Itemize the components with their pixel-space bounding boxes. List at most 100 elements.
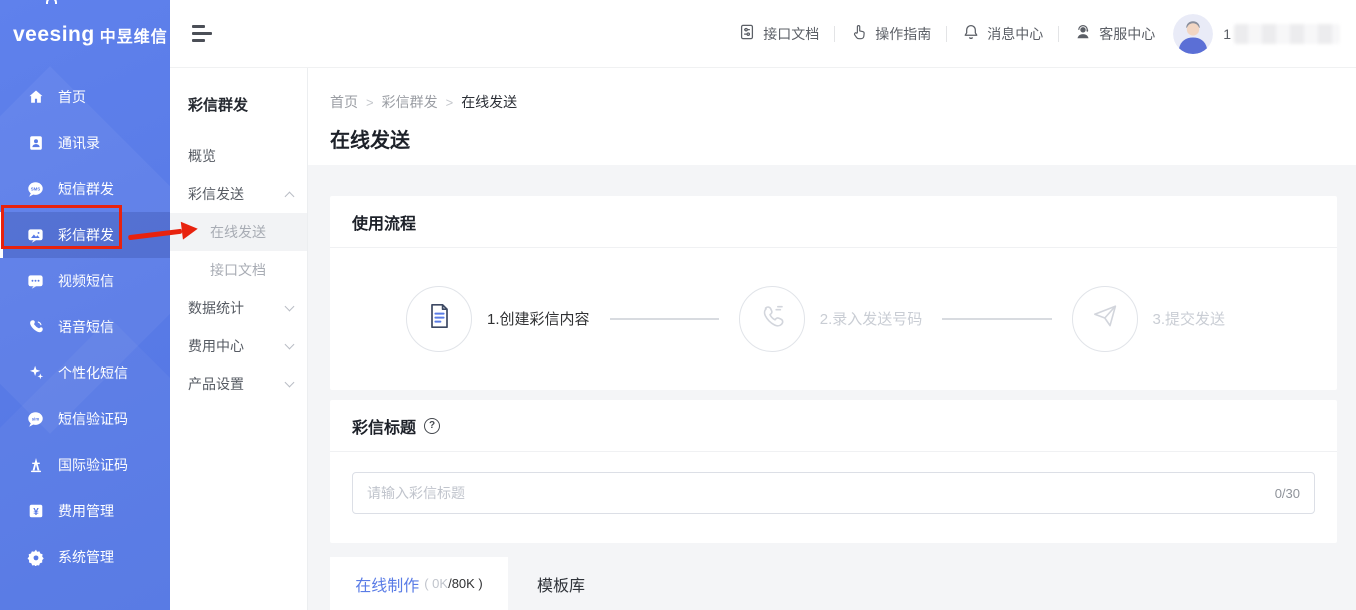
user-phone-visible: 1 xyxy=(1223,26,1231,42)
sidebar-item-label: 彩信群发 xyxy=(58,225,114,245)
user-phone[interactable]: 1 xyxy=(1223,24,1340,44)
flow-connector xyxy=(942,318,1051,320)
step-circle xyxy=(739,286,805,352)
phone-call-icon xyxy=(757,301,787,336)
page-header: 首页 > 彩信群发 > 在线发送 在线发送 xyxy=(308,68,1356,165)
topbar-api-doc-link[interactable]: 接口文档 xyxy=(738,23,819,44)
brand-name-cn: 中昱维信 xyxy=(100,23,168,47)
sidebar-item-contacts[interactable]: 通讯录 xyxy=(0,120,170,166)
submenu-item-label: 费用中心 xyxy=(188,336,244,356)
svg-text:¥: ¥ xyxy=(33,507,39,518)
flow-step-label: 3.提交发送 xyxy=(1153,308,1226,329)
primary-sidebar: veesing 中昱维信 首页 通讯录 SMS 短信群发 xyxy=(0,0,170,610)
topbar-link-label: 操作指南 xyxy=(875,24,931,44)
flow-step-1: 1.创建彩信内容 xyxy=(406,286,590,352)
sidebar-item-sms-code[interactable]: sim 短信验证码 xyxy=(0,396,170,442)
sidebar-item-label: 短信群发 xyxy=(58,179,114,199)
tab-template-library[interactable]: 模板库 xyxy=(508,557,614,610)
sidebar-item-voice-sms[interactable]: 语音短信 xyxy=(0,304,170,350)
user-phone-redacted xyxy=(1234,24,1340,44)
flow-connector xyxy=(610,318,719,320)
chevron-down-icon xyxy=(285,377,295,387)
voice-sms-icon xyxy=(26,318,45,337)
step-circle xyxy=(406,286,472,352)
brand-logo[interactable]: veesing 中昱维信 xyxy=(0,0,170,70)
sidebar-item-video-sms[interactable]: 视频短信 xyxy=(0,258,170,304)
editor-tabs: 在线制作 ( 0K /80K ) 模板库 xyxy=(330,557,1337,610)
sidebar-item-sms-bulk[interactable]: SMS 短信群发 xyxy=(0,166,170,212)
submenu-item-online-send[interactable]: 在线发送 xyxy=(170,213,307,251)
fee-icon: ¥ xyxy=(26,502,45,521)
flow-step-3: 3.提交发送 xyxy=(1072,286,1226,352)
topbar-guide-link[interactable]: 操作指南 xyxy=(850,23,931,44)
bell-icon xyxy=(962,23,980,44)
sidebar-item-personalized-sms[interactable]: 个性化短信 xyxy=(0,350,170,396)
collapse-menu-icon[interactable] xyxy=(192,25,212,42)
system-gear-icon xyxy=(26,548,45,567)
secondary-sidebar: 彩信群发 概览 彩信发送 在线发送 接口文档 数据统计 费用中心 xyxy=(170,68,308,610)
submenu-item-label: 概览 xyxy=(188,146,216,166)
mms-title-input[interactable] xyxy=(367,485,1263,501)
divider xyxy=(1058,26,1059,42)
submenu-item-label: 彩信发送 xyxy=(188,184,244,204)
mms-title-card-header: 彩信标题 ? xyxy=(330,400,1337,452)
tab-online-editor[interactable]: 在线制作 ( 0K /80K ) xyxy=(330,557,508,610)
chevron-down-icon xyxy=(285,301,295,311)
sidebar-item-intl-code[interactable]: 国际验证码 xyxy=(0,442,170,488)
tab-label: 在线制作 xyxy=(355,572,419,596)
topbar-service-link[interactable]: 客服中心 xyxy=(1074,23,1155,44)
sms-code-icon: sim xyxy=(26,410,45,429)
topbar-link-label: 客服中心 xyxy=(1099,24,1155,44)
document-icon xyxy=(424,301,454,336)
submenu-item-product-settings[interactable]: 产品设置 xyxy=(170,365,307,403)
submenu-item-label: 在线发送 xyxy=(210,222,266,242)
api-doc-icon xyxy=(738,23,756,44)
help-icon[interactable]: ? xyxy=(424,418,440,434)
submenu-item-label: 产品设置 xyxy=(188,374,244,394)
intl-code-icon xyxy=(26,456,45,475)
flow-step-label: 2.录入发送号码 xyxy=(820,308,923,329)
mms-title-input-row: 0/30 xyxy=(352,472,1315,514)
contacts-icon xyxy=(26,134,45,153)
svg-text:sim: sim xyxy=(32,416,40,421)
sidebar-item-fee-management[interactable]: ¥ 费用管理 xyxy=(0,488,170,534)
sidebar-item-home[interactable]: 首页 xyxy=(0,74,170,120)
char-counter: 0/30 xyxy=(1275,486,1300,501)
brand-name: veesing xyxy=(13,23,95,47)
submenu-item-stats[interactable]: 数据统计 xyxy=(170,289,307,327)
submenu-item-label: 数据统计 xyxy=(188,298,244,318)
customer-service-icon xyxy=(1074,23,1092,44)
video-sms-icon xyxy=(26,272,45,291)
usage-flow-card: 使用流程 1.创建彩信内容 xyxy=(330,196,1337,390)
breadcrumb-section[interactable]: 彩信群发 xyxy=(382,92,438,112)
breadcrumb-separator: > xyxy=(446,95,454,110)
mms-bubble-icon xyxy=(26,226,45,245)
breadcrumb-home[interactable]: 首页 xyxy=(330,92,358,112)
sidebar-item-mms-bulk[interactable]: 彩信群发 xyxy=(0,212,170,258)
user-avatar[interactable] xyxy=(1173,14,1213,54)
mms-title-card-title: 彩信标题 xyxy=(352,414,416,438)
mms-title-input-wrap: 0/30 xyxy=(352,472,1315,514)
topbar-link-label: 接口文档 xyxy=(763,24,819,44)
sidebar-item-label: 语音短信 xyxy=(58,317,114,337)
personalized-sms-icon xyxy=(26,364,45,383)
submenu-item-mms-send[interactable]: 彩信发送 xyxy=(170,175,307,213)
app-root: veesing 中昱维信 首页 通讯录 SMS 短信群发 xyxy=(0,0,1356,610)
divider xyxy=(946,26,947,42)
sidebar-item-label: 个性化短信 xyxy=(58,363,128,383)
sidebar-item-label: 通讯录 xyxy=(58,133,100,153)
top-bar-right: 接口文档 操作指南 消息中心 客服中心 xyxy=(738,14,1356,54)
usage-flow-steps: 1.创建彩信内容 2.录入发送号码 xyxy=(330,248,1337,389)
signal-arc-icon xyxy=(46,0,57,4)
sidebar-item-label: 国际验证码 xyxy=(58,455,128,475)
step-circle xyxy=(1072,286,1138,352)
submenu-item-overview[interactable]: 概览 xyxy=(170,137,307,175)
submenu-item-api-doc[interactable]: 接口文档 xyxy=(170,251,307,289)
submenu-item-billing[interactable]: 费用中心 xyxy=(170,327,307,365)
topbar-messages-link[interactable]: 消息中心 xyxy=(962,23,1043,44)
flow-step-label: 1.创建彩信内容 xyxy=(487,308,590,329)
page-title: 在线发送 xyxy=(330,124,1356,153)
breadcrumb: 首页 > 彩信群发 > 在线发送 xyxy=(330,68,1356,112)
sidebar-item-system-management[interactable]: 系统管理 xyxy=(0,534,170,580)
divider xyxy=(834,26,835,42)
